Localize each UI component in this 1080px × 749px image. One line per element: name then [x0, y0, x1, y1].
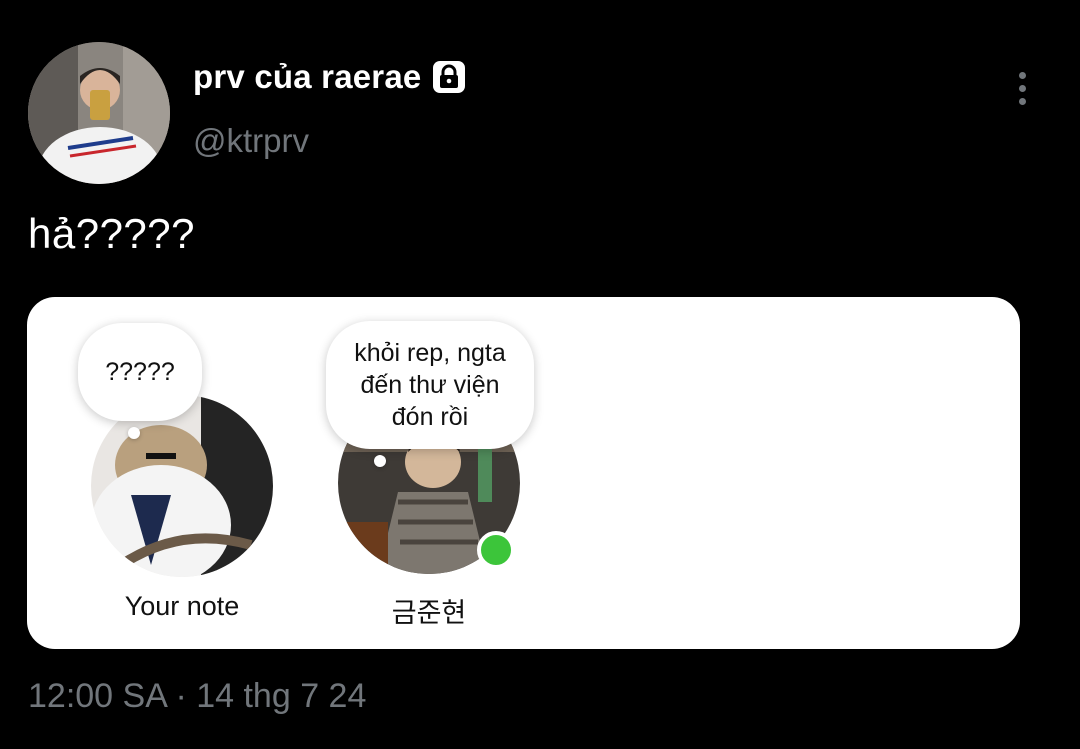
display-name-text: prv của raerae: [193, 58, 422, 95]
tweet-media-notes-card[interactable]: ????? Your note khỏi rep, ngta đến thư v…: [27, 297, 1020, 649]
user-handle[interactable]: @ktrprv: [193, 122, 309, 160]
display-name[interactable]: prv của raerae: [193, 58, 467, 96]
more-options-button[interactable]: [1004, 66, 1040, 110]
lock-icon: [431, 59, 467, 95]
note-name: Your note: [124, 591, 240, 621]
tweet-text: hả?????: [28, 210, 196, 257]
tweet-timestamp[interactable]: 12:00 SA · 14 thg 7 24: [28, 677, 366, 716]
note-name: 금준현: [391, 598, 467, 628]
more-dot: [1018, 84, 1026, 92]
note-bubble: khỏi rep, ngta đến thư viện đón rồi: [326, 321, 534, 449]
note-bubble: ?????: [78, 323, 202, 421]
note-avatar-photo: [91, 395, 273, 577]
profile-avatar[interactable]: [28, 42, 170, 184]
avatar-image: [28, 42, 170, 184]
online-status-icon: [477, 531, 515, 569]
more-vertical-icon: [1018, 71, 1026, 79]
bubble-tail-dot: [374, 455, 386, 467]
more-dot: [1018, 97, 1026, 105]
bubble-tail-dot: [128, 427, 140, 439]
